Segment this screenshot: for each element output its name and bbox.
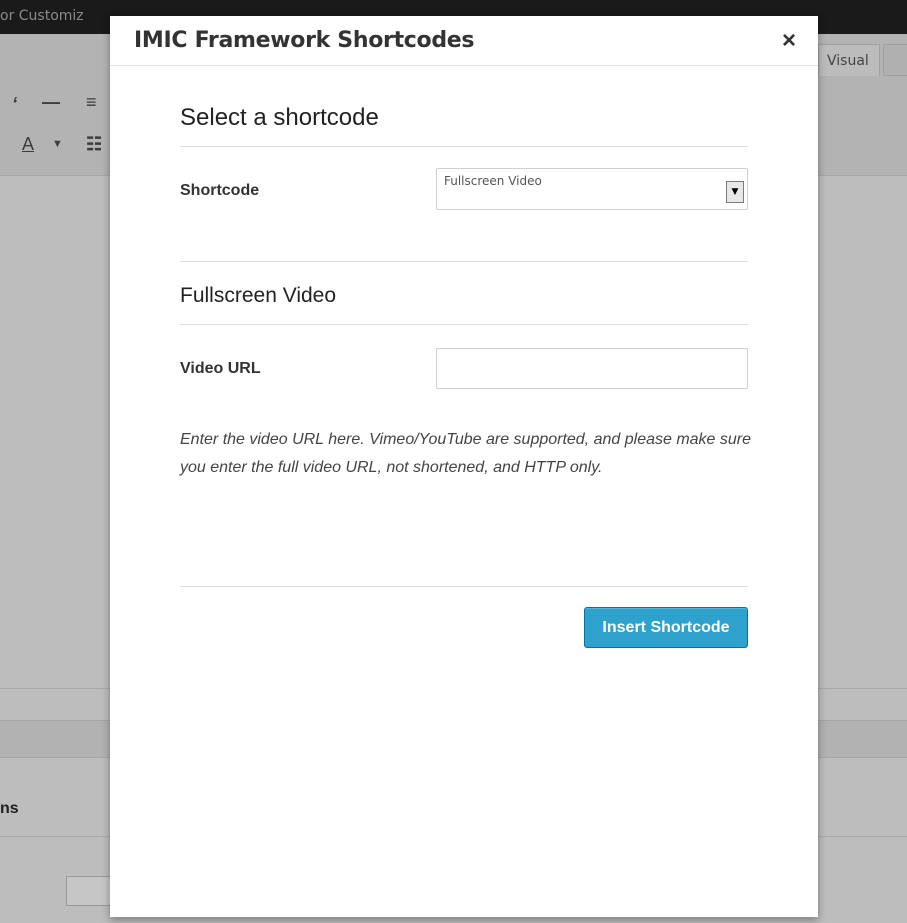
- italic-icon[interactable]: ‘: [12, 94, 17, 115]
- shortcode-label: Shortcode: [180, 182, 260, 199]
- divider: [180, 261, 748, 262]
- editor-toolbar-row-2: A ▼ ☷: [0, 132, 110, 162]
- video-url-label: Video URL: [180, 360, 261, 377]
- horizontal-line-icon[interactable]: —: [42, 92, 60, 113]
- shortcode-modal: IMIC Framework Shortcodes × Select a sho…: [110, 16, 818, 917]
- select-shortcode-heading: Select a shortcode: [180, 104, 379, 131]
- divider: [180, 586, 748, 587]
- modal-header: IMIC Framework Shortcodes ×: [110, 16, 818, 66]
- video-url-help-text: Enter the video URL here. Vimeo/YouTube …: [180, 431, 752, 476]
- shortcode-select[interactable]: Fullscreen Video ▼: [436, 168, 748, 210]
- dropdown-icon[interactable]: ▼: [52, 138, 63, 150]
- video-url-input[interactable]: [436, 348, 748, 389]
- align-icon[interactable]: ≡: [86, 92, 97, 113]
- visual-tab[interactable]: Visual: [818, 44, 880, 76]
- text-tab[interactable]: [883, 44, 907, 76]
- text-color-icon[interactable]: A: [22, 134, 34, 155]
- divider: [180, 324, 748, 325]
- admin-bar-customize-link[interactable]: or Customiz: [0, 8, 84, 24]
- options-heading: Fullscreen Video: [180, 284, 337, 307]
- divider: [180, 146, 748, 147]
- editor-toolbar-row-1: ‘ — ≡: [0, 92, 110, 122]
- metabox-title: ns: [0, 800, 19, 817]
- chevron-down-icon[interactable]: ▼: [726, 181, 744, 203]
- paste-text-icon[interactable]: ☷: [86, 134, 102, 155]
- modal-title: IMIC Framework Shortcodes: [134, 28, 475, 53]
- shortcode-select-value: Fullscreen Video: [444, 174, 542, 188]
- insert-shortcode-button[interactable]: Insert Shortcode: [584, 607, 748, 648]
- close-icon[interactable]: ×: [777, 28, 801, 54]
